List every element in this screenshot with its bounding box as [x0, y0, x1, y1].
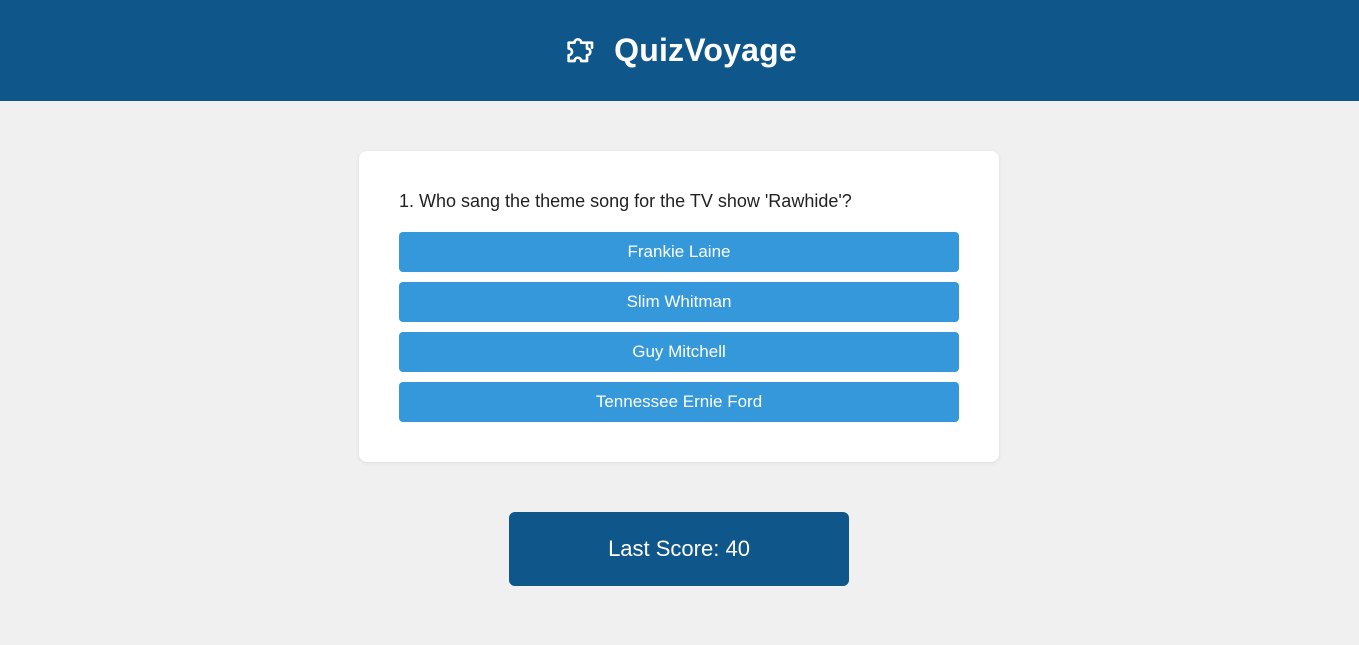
answer-option-frankie-laine[interactable]: Frankie Laine	[399, 232, 959, 272]
last-score-panel: Last Score: 40	[509, 512, 849, 586]
answer-option-slim-whitman[interactable]: Slim Whitman	[399, 282, 959, 322]
answer-option-tennessee-ernie-ford[interactable]: Tennessee Ernie Ford	[399, 382, 959, 422]
answer-option-guy-mitchell[interactable]: Guy Mitchell	[399, 332, 959, 372]
question-text: 1. Who sang the theme song for the TV sh…	[399, 191, 852, 211]
question-card: 1. Who sang the theme song for the TV sh…	[359, 151, 999, 462]
brand: QuizVoyage	[562, 31, 797, 71]
last-score-text: Last Score: 40	[608, 536, 750, 561]
answer-options: Frankie Laine Slim Whitman Guy Mitchell …	[399, 232, 959, 422]
app-title: QuizVoyage	[614, 32, 797, 68]
app-header: QuizVoyage	[0, 0, 1359, 101]
puzzle-piece-icon	[562, 31, 602, 71]
